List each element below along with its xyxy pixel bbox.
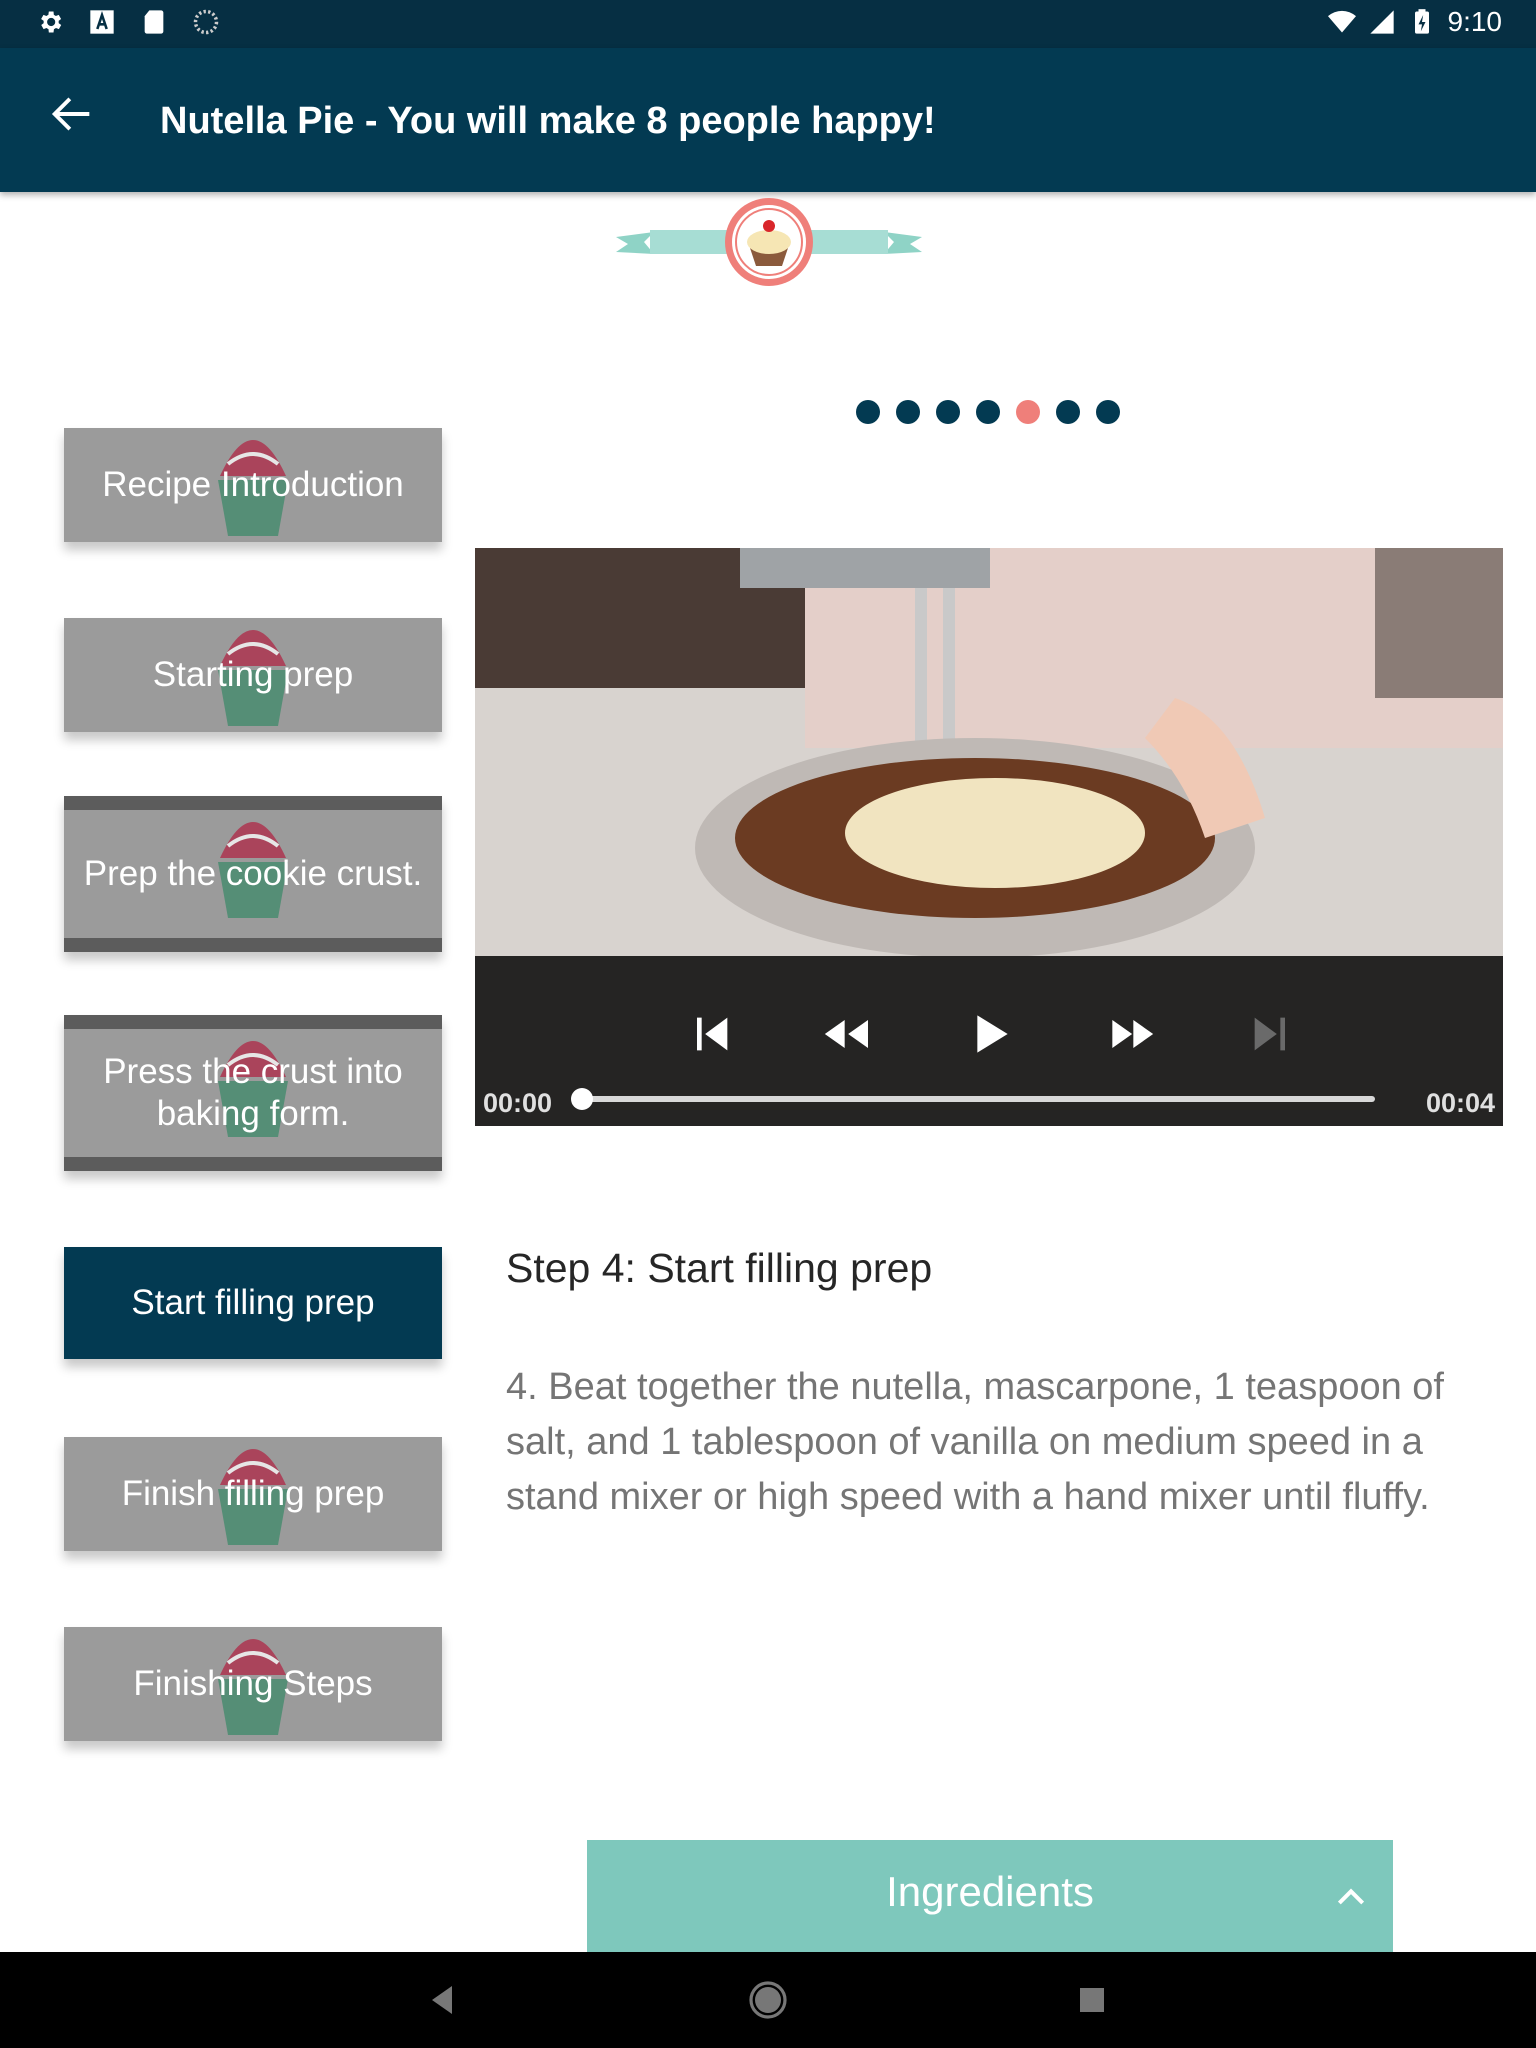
step-label: Start filling prep: [131, 1283, 375, 1322]
page-dot[interactable]: [1056, 400, 1080, 424]
video-controls: 00:00 00:04: [475, 956, 1503, 1126]
page-title: Nutella Pie - You will make 8 people hap…: [160, 100, 936, 142]
fast-forward-icon[interactable]: [1101, 1006, 1161, 1062]
current-time: 00:00: [483, 1088, 553, 1118]
play-icon[interactable]: [959, 1006, 1019, 1062]
step-description: 4. Beat together the nutella, mascarpone…: [506, 1366, 1444, 1518]
step-label: Recipe Introduction: [102, 465, 404, 504]
page-dot[interactable]: [976, 400, 1000, 424]
skip-previous-icon[interactable]: [681, 1006, 741, 1062]
page-dot[interactable]: [1016, 400, 1040, 424]
page-dot[interactable]: [1096, 400, 1120, 424]
settings-icon: [41, 11, 62, 33]
seek-bar[interactable]: [571, 1088, 1375, 1110]
ingredients-label: Ingredients: [886, 1868, 1094, 1915]
page-dot[interactable]: [896, 400, 920, 424]
status-icons-right: 9:10: [1327, 6, 1503, 38]
page-dot[interactable]: [856, 400, 880, 424]
step-item-starting-prep[interactable]: Starting prep: [64, 618, 442, 732]
wifi-icon: [1327, 10, 1356, 33]
skip-next-icon[interactable]: [1241, 1006, 1301, 1062]
sync-icon: [193, 9, 219, 35]
video-frame-image: [475, 548, 1503, 956]
step-title: Step 4: Start filling prep: [506, 1245, 933, 1291]
ingredients-button[interactable]: Ingredients: [587, 1840, 1393, 1952]
step-item-prep-cookie-crust[interactable]: Prep the cookie crust.: [64, 796, 442, 952]
step-item-press-crust[interactable]: Press the crust into baking form.: [64, 1015, 442, 1171]
seek-thumb[interactable]: [571, 1088, 593, 1110]
step-label: Finishing Steps: [133, 1664, 373, 1703]
cell-signal-icon: [1369, 10, 1394, 34]
sd-card-icon: [144, 10, 164, 34]
step-label: Finish filling prep: [121, 1474, 385, 1513]
nav-recents-icon[interactable]: [1068, 1976, 1116, 2024]
video-player[interactable]: 00:00 00:04: [475, 548, 1503, 1126]
status-icons-left: [36, 8, 220, 36]
page-indicator: [856, 400, 1120, 424]
status-bar: 9:10: [0, 0, 1536, 48]
system-nav-bar: [0, 1952, 1536, 2048]
step-label: Press the crust into baking form.: [103, 1052, 403, 1133]
step-item-recipe-introduction[interactable]: Recipe Introduction: [64, 428, 442, 542]
arrow-left-icon[interactable]: [46, 88, 98, 140]
step-item-start-filling-prep[interactable]: Start filling prep: [64, 1247, 442, 1359]
step-label: Starting prep: [152, 655, 354, 694]
chevron-up-icon: [1337, 1888, 1365, 1905]
nav-back-icon[interactable]: [420, 1976, 468, 2024]
step-item-finish-filling-prep[interactable]: Finish filling prep: [64, 1437, 442, 1551]
duration-time: 00:04: [1425, 1088, 1495, 1118]
cupcake-banner-logo: [616, 198, 922, 286]
app-bar: Nutella Pie - You will make 8 people hap…: [0, 48, 1536, 192]
battery-charging-icon: [1414, 9, 1429, 34]
step-item-finishing-steps[interactable]: Finishing Steps: [64, 1627, 442, 1741]
rewind-icon[interactable]: [817, 1006, 877, 1062]
page-dot[interactable]: [936, 400, 960, 424]
step-label: Prep the cookie crust.: [83, 854, 423, 893]
a-badge-icon: [90, 10, 114, 34]
nav-home-icon[interactable]: [744, 1976, 792, 2024]
status-time: 9:10: [1447, 6, 1503, 37]
